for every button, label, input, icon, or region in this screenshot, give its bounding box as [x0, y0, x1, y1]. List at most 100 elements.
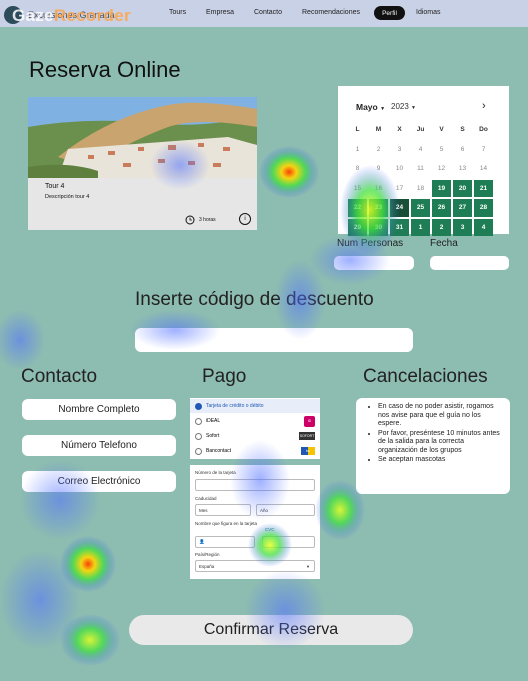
calendar-day: 9: [376, 165, 381, 173]
expiry-year-select[interactable]: Año: [256, 504, 315, 516]
payment-option-label: iDEAL: [206, 418, 221, 424]
calendar-day: 18: [416, 184, 425, 192]
calendar-week-row: 29 30 31 1 2 3 4: [348, 218, 503, 239]
radio-selected: [195, 402, 202, 410]
calendar-day[interactable]: 20: [453, 179, 472, 197]
nav-link-perfil[interactable]: Perfil: [374, 6, 405, 20]
payment-option-sofort[interactable]: Sofort SOFORT: [190, 429, 320, 443]
calendar-day[interactable]: 21: [474, 179, 493, 197]
weekday-label: X: [397, 126, 402, 134]
cancellations-box: En caso de no poder asistir, rogamos nos…: [356, 398, 510, 494]
watermark-gaze: Gaze: [12, 6, 54, 25]
calendar-day: 14: [479, 165, 488, 173]
expiry-label: Caducidad: [195, 496, 217, 501]
user-icon: 👤: [199, 539, 205, 544]
expiry-month-select[interactable]: Mes: [195, 504, 251, 516]
sofort-logo-icon: SOFORT: [299, 432, 315, 440]
date-input[interactable]: [430, 256, 509, 270]
calendar-week-row: 8 9 10 11 12 13 14: [348, 160, 503, 180]
calendar-day[interactable]: 22: [348, 199, 367, 217]
calendar-day[interactable]: 2: [432, 218, 451, 236]
weekday-label: S: [460, 126, 465, 134]
email-field[interactable]: Correo Electrónico: [22, 471, 176, 492]
payment-option-bancontact[interactable]: Bancontact bc: [190, 444, 320, 458]
discount-code-input[interactable]: [135, 328, 413, 352]
card-number-label: Número de la tarjeta: [195, 470, 236, 475]
gazerecorder-watermark: GazeRecorder: [12, 6, 131, 26]
tour-card[interactable]: Tour 4 Descripción tour 4 3 horas i: [28, 97, 257, 230]
calendar-grid: L M X Ju V S Do 1 2 3 4 5 6 7 8 9 10 11 12 13 14 15 16 17 18 19 20…: [348, 121, 503, 238]
date-label: Fecha: [430, 238, 458, 249]
calendar-day: 17: [395, 184, 404, 192]
date-picker-calendar: Mayo ▼ 2023 ▼ › L M X Ju V S Do 1 2 3 4 5 6 7 8 9 10 11 12…: [338, 86, 509, 236]
discount-label: Inserte código de descuento: [135, 289, 374, 310]
radio: [195, 447, 202, 455]
page-title: Reserva Online: [29, 57, 181, 82]
nav-link-contacto[interactable]: Contacto: [254, 9, 282, 16]
phone-field[interactable]: Número Telefono: [22, 435, 176, 456]
calendar-day[interactable]: 26: [432, 199, 451, 217]
calendar-day: 15: [353, 184, 362, 192]
calendar-day[interactable]: 3: [453, 218, 472, 236]
cancellation-item: Se aceptan mascotas: [378, 456, 502, 465]
payment-methods: Tarjeta de crédito o débito iDEAL iD Sofo…: [190, 398, 320, 459]
country-label: País/Región: [195, 552, 220, 557]
heat-blob: [60, 536, 116, 592]
calendar-day[interactable]: 25: [411, 199, 430, 217]
calendar-day[interactable]: 4: [474, 218, 493, 236]
payment-option-ideal[interactable]: iDEAL iD: [190, 414, 320, 428]
calendar-week-row: 15 16 17 18 19 20 21: [348, 179, 503, 200]
nav-link-tours[interactable]: Tours: [169, 9, 186, 16]
heat-blob: [0, 310, 45, 370]
heat-blob: [259, 146, 319, 198]
radio: [195, 417, 202, 425]
chevron-down-icon: ▼: [411, 105, 416, 111]
calendar-year: 2023: [391, 102, 409, 111]
cancellations-heading: Cancelaciones: [363, 366, 488, 387]
calendar-day: 1: [355, 145, 360, 153]
calendar-day: 12: [437, 165, 446, 173]
holder-label: Nombre que figura en la tarjeta: [195, 521, 258, 526]
weekday-label: Do: [479, 126, 488, 134]
nav-link-recomendaciones[interactable]: Recomendaciones: [302, 9, 360, 16]
nav-link-empresa[interactable]: Empresa: [206, 9, 234, 16]
persons-label: Num Personas: [337, 238, 404, 249]
info-icon[interactable]: i: [239, 213, 251, 225]
calendar-day[interactable]: 27: [453, 199, 472, 217]
payment-heading: Pago: [202, 366, 247, 387]
calendar-day[interactable]: 31: [390, 218, 409, 236]
calendar-day[interactable]: 24: [390, 199, 409, 217]
weekday-label: V: [439, 126, 444, 134]
calendar-day: 10: [395, 165, 404, 173]
next-month-icon[interactable]: ›: [482, 100, 486, 112]
confirm-booking-button[interactable]: Confirmar Reserva: [129, 615, 413, 645]
payment-option-label: Sofort: [206, 433, 220, 439]
persons-input[interactable]: [334, 256, 414, 270]
tour-image: [28, 97, 257, 178]
full-name-field[interactable]: Nombre Completo: [22, 399, 176, 420]
payment-option-label: Tarjeta de crédito o débito: [206, 403, 264, 409]
calendar-day[interactable]: 1: [411, 218, 430, 236]
calendar-day[interactable]: 19: [432, 179, 451, 197]
card-number-input[interactable]: [195, 479, 315, 491]
country-select[interactable]: España ▼: [195, 560, 315, 572]
clock-icon: [185, 215, 195, 225]
card-holder-input[interactable]: 👤: [195, 536, 255, 548]
cvc-input[interactable]: [262, 536, 315, 548]
watermark-recorder: Recorder: [53, 6, 131, 25]
calendar-day: 11: [417, 165, 424, 173]
weekday-label: Ju: [416, 126, 425, 134]
weekday-header-row: L M X Ju V S Do: [348, 121, 503, 141]
calendar-day: 3: [397, 145, 402, 153]
calendar-year-select[interactable]: 2023 ▼: [391, 102, 416, 111]
calendar-month-select[interactable]: Mayo ▼: [356, 102, 385, 112]
calendar-day[interactable]: 30: [369, 218, 388, 236]
nav-link-idiomas[interactable]: Idiomas: [416, 9, 441, 16]
payment-option-card[interactable]: Tarjeta de crédito o débito: [190, 399, 320, 413]
calendar-day: 16: [374, 184, 383, 192]
calendar-day[interactable]: 23: [369, 199, 388, 217]
calendar-day[interactable]: 29: [348, 218, 367, 236]
calendar-day[interactable]: 28: [474, 199, 493, 217]
heat-blob: [60, 614, 120, 666]
chevron-down-icon: ▼: [380, 106, 386, 112]
